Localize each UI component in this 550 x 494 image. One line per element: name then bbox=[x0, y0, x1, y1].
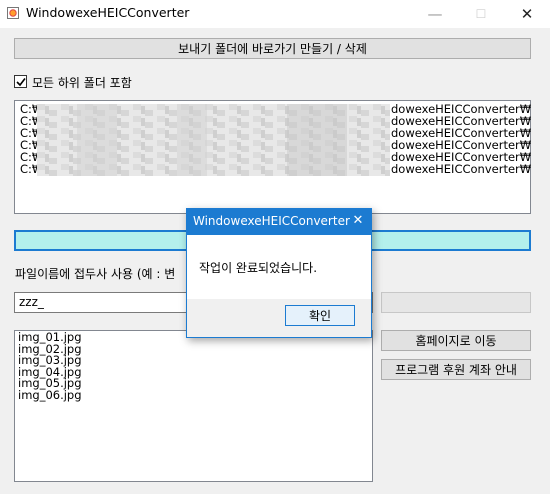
dialog-title-bar: WindowexeHEICConverter ✕ bbox=[187, 209, 371, 235]
donate-button[interactable]: 프로그램 후원 계좌 안내 bbox=[381, 359, 531, 380]
disabled-field bbox=[381, 292, 531, 313]
dialog-close-button[interactable]: ✕ bbox=[345, 213, 371, 231]
ok-button[interactable]: 확인 bbox=[285, 305, 355, 326]
folder-list[interactable]: C:₩ C:₩ C:₩ C:₩ C:₩ C:₩ dowexeHEICConver… bbox=[14, 100, 531, 214]
app-icon bbox=[7, 7, 19, 19]
title-bar: WindowexeHEICConverter — ☐ ✕ bbox=[0, 0, 550, 28]
prefix-label: 파일이름에 접두사 사용 (예 : 변 bbox=[15, 267, 176, 281]
subfolder-checkbox[interactable] bbox=[14, 75, 27, 88]
window-title: WindowexeHEICConverter bbox=[26, 5, 190, 20]
folder-item-suffix: dowexeHEICConverter₩ bbox=[391, 162, 532, 176]
minimize-button[interactable]: — bbox=[412, 0, 458, 28]
homepage-button[interactable]: 홈페이지로 이동 bbox=[381, 330, 531, 351]
dialog-message: 작업이 완료되었습니다. bbox=[199, 261, 318, 275]
shortcut-button[interactable]: 보내기 폴더에 바로가기 만들기 / 삭제 bbox=[14, 38, 531, 59]
list-item[interactable]: img_06.jpg bbox=[18, 389, 369, 402]
close-button[interactable]: ✕ bbox=[504, 0, 550, 28]
checkmark-icon bbox=[16, 78, 26, 87]
file-list[interactable]: img_01.jpg img_02.jpg img_03.jpg img_04.… bbox=[14, 330, 373, 482]
maximize-button[interactable]: ☐ bbox=[458, 0, 504, 28]
redacted-path-region bbox=[37, 104, 390, 176]
completion-dialog: WindowexeHEICConverter ✕ 작업이 완료되었습니다. 확인 bbox=[186, 208, 372, 338]
dialog-title: WindowexeHEICConverter bbox=[193, 214, 350, 228]
subfolder-label: 모든 하위 폴더 포함 bbox=[32, 76, 132, 90]
dialog-body: 작업이 완료되었습니다. bbox=[187, 235, 371, 299]
